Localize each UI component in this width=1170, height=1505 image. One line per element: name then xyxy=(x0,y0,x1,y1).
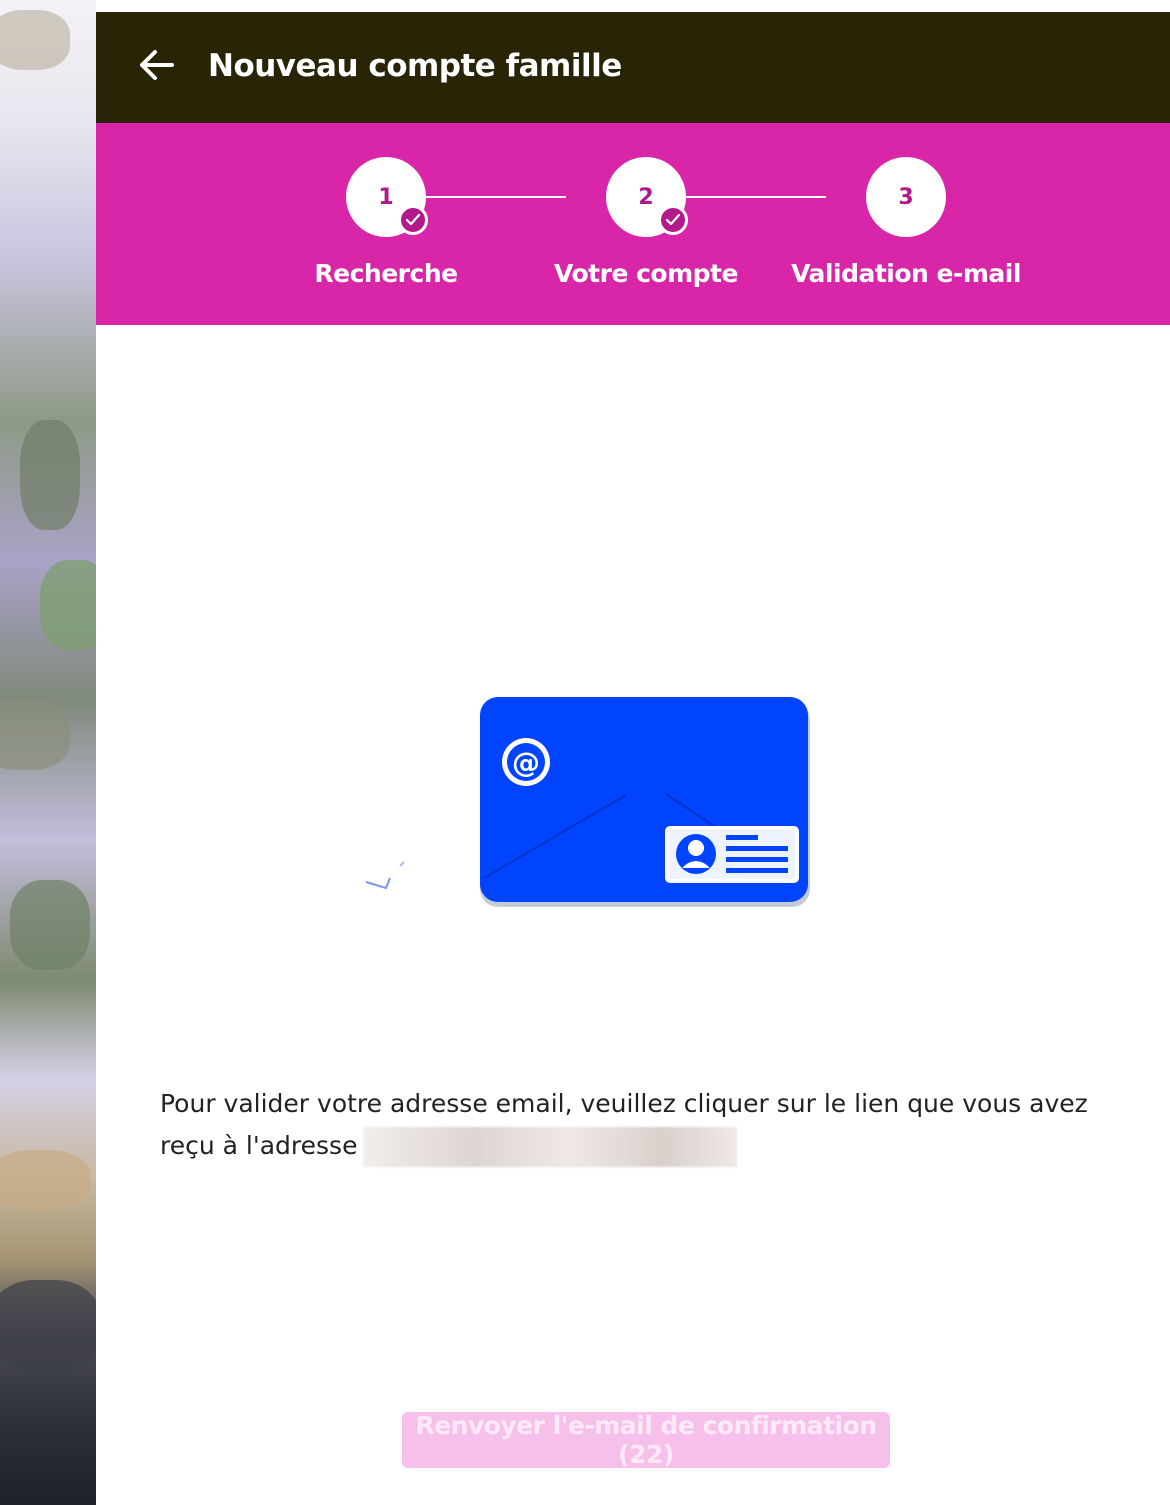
step-3-circle: 3 xyxy=(866,157,946,237)
resend-confirmation-button[interactable]: Renvoyer l'e-mail de confirmation (22) xyxy=(402,1411,890,1469)
app-header: Nouveau compte famille xyxy=(96,12,1170,123)
step-number: 1 xyxy=(378,184,394,210)
step-number: 3 xyxy=(898,184,914,210)
step-number: 2 xyxy=(638,184,654,210)
top-spacer xyxy=(96,0,1170,12)
at-symbol: @ xyxy=(512,746,540,779)
validation-message: Pour valider votre adresse email, veuill… xyxy=(160,1083,1135,1167)
step-3-label: Validation e-mail xyxy=(791,259,1021,288)
page-title: Nouveau compte famille xyxy=(208,48,622,84)
check-icon xyxy=(398,205,428,235)
step-1-circle: 1 xyxy=(346,157,428,237)
step-2-label: Votre compte xyxy=(554,259,738,288)
check-icon xyxy=(658,205,688,235)
step-2-circle: 2 xyxy=(606,157,688,237)
redacted-email-address xyxy=(363,1127,738,1167)
progress-stepper: 1 Recherche 2 Votre compte 3 Validation … xyxy=(96,123,1170,325)
email-envelope-icon: @ xyxy=(360,690,820,920)
background-photo xyxy=(0,0,96,1505)
back-button[interactable] xyxy=(126,38,186,98)
arrow-left-icon xyxy=(138,49,174,86)
step-1-label: Recherche xyxy=(314,259,458,288)
